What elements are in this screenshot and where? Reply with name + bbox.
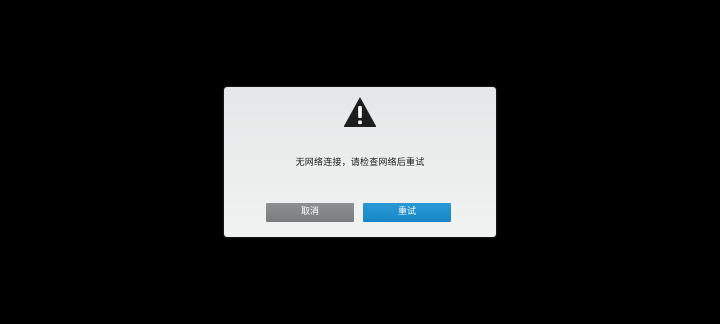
dialog-message: 无网络连接，请检查网络后重试 xyxy=(295,158,425,168)
warning-triangle-icon xyxy=(343,96,377,128)
network-error-dialog: 无网络连接，请检查网络后重试 取消 重试 xyxy=(224,87,496,237)
cancel-button[interactable]: 取消 xyxy=(266,203,354,222)
retry-button[interactable]: 重试 xyxy=(363,203,451,222)
screen: 无网络连接，请检查网络后重试 取消 重试 xyxy=(0,0,720,324)
